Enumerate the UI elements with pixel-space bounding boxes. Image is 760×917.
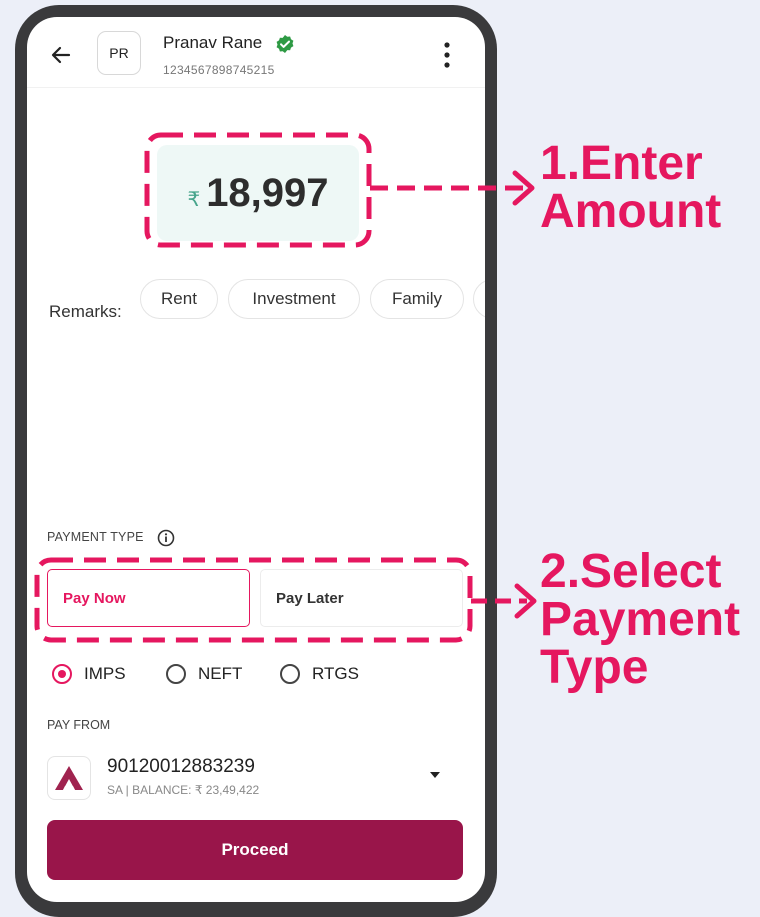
remark-chip-rent[interactable]: Rent: [140, 279, 218, 319]
imps-radio[interactable]: [52, 664, 72, 684]
contact-name: Pranav Rane: [163, 33, 263, 52]
header: PR Pranav Rane 1234567898745215: [27, 17, 485, 88]
neft-radio-option[interactable]: NEFT: [166, 662, 242, 686]
rtgs-radio[interactable]: [280, 664, 300, 684]
bank-account-number: 90120012883239: [107, 756, 255, 777]
annotation-step1: 1.Enter Amount: [540, 140, 721, 236]
neft-radio[interactable]: [166, 664, 186, 684]
bank-logo-icon: [47, 756, 91, 800]
account-number: 1234567898745215: [163, 63, 275, 77]
avatar: PR: [97, 31, 141, 75]
remarks-label: Remarks:: [49, 302, 122, 321]
dropdown-caret-icon[interactable]: [429, 771, 441, 779]
annotation-step2-line2: Payment: [540, 593, 741, 646]
amount-arrow-head: [512, 170, 535, 206]
app-screen: PR Pranav Rane 1234567898745215 ₹ 18,997…: [27, 17, 485, 902]
proceed-button[interactable]: Proceed: [47, 820, 463, 880]
info-icon[interactable]: [157, 529, 175, 547]
payment-type-label: PAYMENT TYPE: [47, 530, 144, 544]
neft-label: NEFT: [198, 664, 243, 683]
amount-value: 18,997: [206, 170, 329, 215]
more-vertical-icon[interactable]: [442, 41, 452, 69]
rupee-symbol: ₹: [187, 188, 201, 211]
pay-later-option[interactable]: Pay Later: [260, 569, 463, 627]
bank-balance: SA | BALANCE: ₹ 23,49,422: [107, 783, 260, 797]
remark-chip-family[interactable]: Family: [370, 279, 464, 319]
imps-label: IMPS: [84, 664, 126, 683]
remark-chip-investment[interactable]: Investment: [228, 279, 360, 319]
rtgs-label: RTGS: [312, 664, 359, 683]
annotation-step1-line1: 1.Enter: [540, 137, 703, 190]
rtgs-radio-option[interactable]: RTGS: [280, 662, 359, 686]
annotation-step2-line1: 2.Select: [540, 545, 722, 598]
bank-logo-glyph: [55, 766, 83, 790]
pay-now-option[interactable]: Pay Now: [47, 569, 250, 627]
imps-radio-option[interactable]: IMPS: [52, 662, 126, 686]
annotation-step2-line3: Type: [540, 641, 649, 694]
back-arrow-icon[interactable]: [49, 43, 73, 67]
amount-input[interactable]: ₹ 18,997: [157, 145, 359, 241]
remark-chip-partial[interactable]: [473, 279, 485, 319]
verified-badge-icon: [276, 35, 294, 53]
payment-arrow-head: [514, 583, 537, 619]
annotation-step2: 2.Select Payment Type: [540, 548, 740, 692]
annotation-step1-line2: Amount: [540, 185, 722, 238]
pay-from-label: PAY FROM: [47, 718, 111, 732]
